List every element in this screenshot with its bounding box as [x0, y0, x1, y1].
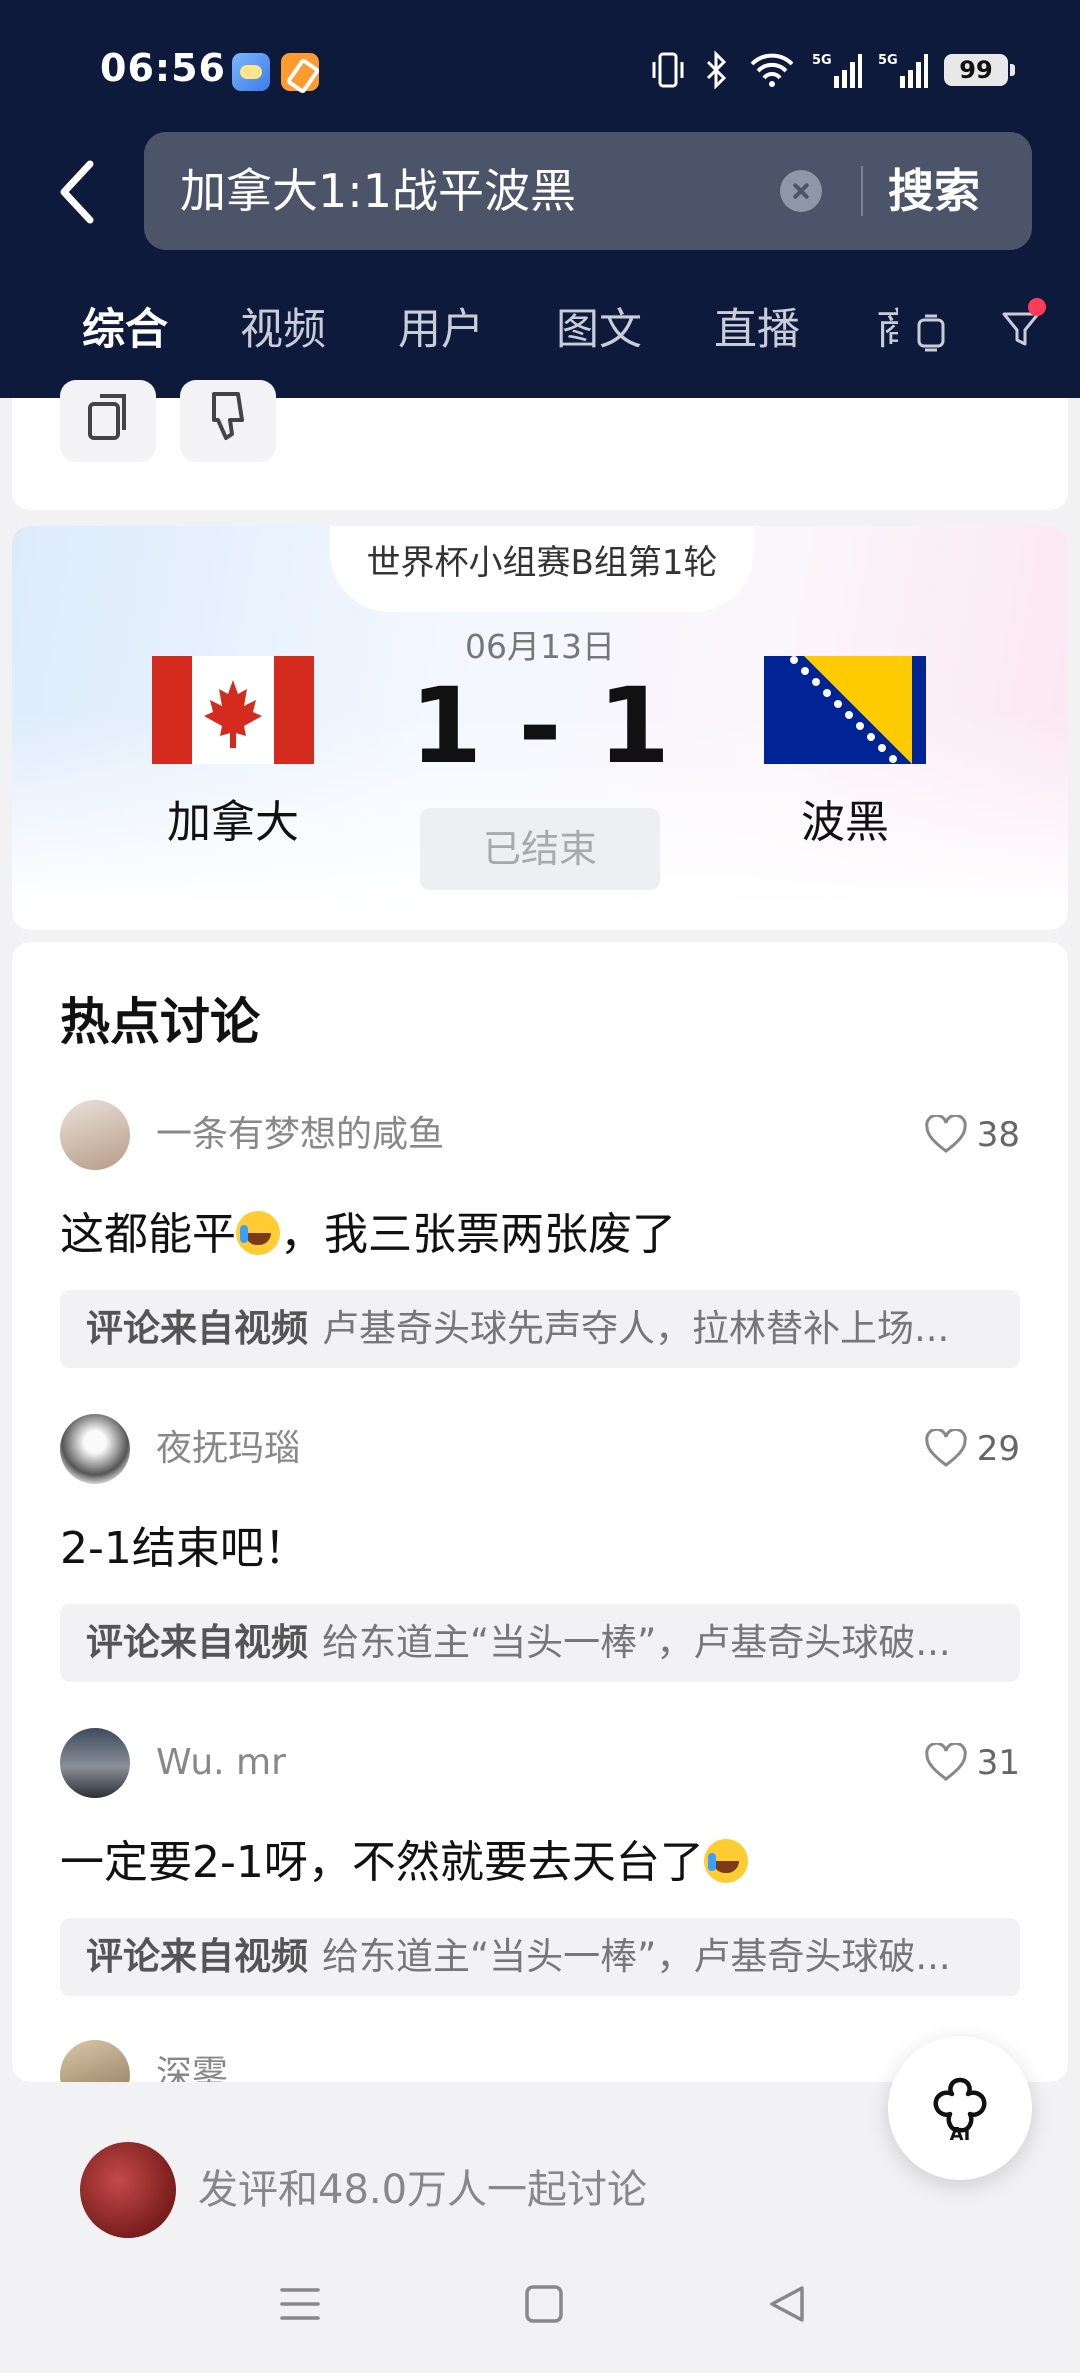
source-title: 给东道主“当头一棒”，卢基奇头球破... — [322, 1621, 951, 1664]
user-avatar — [80, 2142, 176, 2238]
tab-live[interactable]: 直播 — [714, 290, 800, 370]
comment-item-partial[interactable]: 深雾 — [60, 2040, 360, 2082]
svg-text:5G: 5G — [812, 53, 832, 68]
heart-icon — [925, 1743, 967, 1781]
source-label: 评论来自视频 — [86, 1307, 308, 1350]
signal-5g-icon-2: 5G — [878, 53, 928, 88]
match-status: 已结束 — [420, 808, 660, 890]
tab-video[interactable]: 视频 — [240, 290, 326, 370]
dislike-button[interactable] — [180, 380, 276, 462]
home-icon[interactable] — [524, 2284, 564, 2324]
comment-source[interactable]: 评论来自视频 给东道主“当头一棒”，卢基奇头球破... — [60, 1604, 1020, 1682]
bosnia-flag-icon — [764, 656, 926, 764]
source-label: 评论来自视频 — [86, 1935, 308, 1978]
comment-item[interactable]: 一条有梦想的咸鱼 38 这都能平 ，我三张票两张废了 评论来自视频 卢基奇头球先声夺… — [12, 1100, 1068, 1400]
status-time: 06:56 — [100, 46, 226, 90]
comment-username[interactable]: Wu. mr — [156, 1728, 286, 1798]
watch-icon[interactable] — [911, 312, 951, 352]
thumbs-down-icon — [212, 392, 244, 440]
comment-text: 这都能平 ，我三张票两张废了 — [60, 1209, 676, 1260]
match-card[interactable]: 世界杯小组赛B组第1轮 06月13日 1 - 1 已结束 加拿大 波黑 — [12, 526, 1068, 930]
team-home[interactable]: 加拿大 — [148, 656, 318, 850]
source-title: 给东道主“当头一棒”，卢基奇头球破... — [322, 1935, 951, 1978]
comment-composer[interactable]: 发评和48.0万人一起讨论 — [60, 2124, 1020, 2256]
status-icons: 5G 5G 99 — [650, 48, 1015, 92]
filter-button[interactable] — [998, 298, 1046, 352]
tab-shop[interactable]: 商 — [876, 290, 898, 370]
canada-flag-icon — [152, 656, 314, 764]
like-count: 31 — [976, 1743, 1020, 1783]
previous-card — [12, 398, 1068, 510]
like-count: 38 — [976, 1115, 1020, 1155]
avatar[interactable] — [60, 2040, 130, 2082]
search-button[interactable]: 搜索 — [888, 132, 980, 250]
signal-5g-icon-1: 5G — [812, 53, 862, 88]
vibrate-icon — [652, 52, 684, 88]
hot-discussion-title: 热点讨论 — [60, 993, 260, 1051]
heart-icon — [925, 1115, 967, 1153]
hot-discussion-card: 热点讨论 一条有梦想的咸鱼 38 这都能平 ，我三张票两张废了 评论来自视频 卢基奇… — [12, 942, 1068, 2082]
ai-icon: AI — [933, 2077, 987, 2144]
laugh-cry-emoji-icon — [236, 1211, 280, 1255]
header: 06:56 5G 5G 99 加拿大1:1战平波黑 搜索 综合 视频 用户 图文… — [0, 0, 1080, 398]
avatar[interactable] — [60, 1728, 130, 1798]
search-divider — [861, 166, 863, 216]
notification-app-icon — [281, 53, 319, 91]
back-arrow-icon[interactable] — [50, 152, 110, 232]
back-icon[interactable] — [768, 2284, 808, 2324]
comment-username[interactable]: 夜抚玛瑙 — [156, 1414, 300, 1484]
search-input[interactable]: 加拿大1:1战平波黑 — [180, 132, 576, 250]
like-button[interactable]: 31 — [925, 1728, 1020, 1798]
weather-app-icon — [232, 53, 270, 91]
source-title: 卢基奇头球先声夺人，拉林替补上场... — [322, 1307, 950, 1350]
search-box[interactable]: 加拿大1:1战平波黑 搜索 — [144, 132, 1032, 250]
system-navbar — [0, 2240, 1080, 2373]
like-button[interactable]: 38 — [925, 1100, 1020, 1170]
like-button[interactable]: 29 — [925, 1414, 1020, 1484]
comment-source[interactable]: 评论来自视频 给东道主“当头一棒”，卢基奇头球破... — [60, 1918, 1020, 1996]
like-count: 29 — [976, 1429, 1020, 1469]
avatar[interactable] — [60, 1100, 130, 1170]
bluetooth-icon — [706, 50, 727, 90]
ai-label: AI — [950, 2124, 971, 2144]
team-away[interactable]: 波黑 — [760, 656, 930, 850]
copy-button[interactable] — [60, 380, 156, 462]
crying-emoji-icon — [703, 1839, 748, 1883]
comment-username[interactable]: 深雾 — [156, 2040, 228, 2082]
comment-text: 2-1结束吧！ — [60, 1523, 308, 1574]
ai-assistant-button[interactable]: AI — [888, 2036, 1032, 2180]
comment-source[interactable]: 评论来自视频 卢基奇头球先声夺人，拉林替补上场... — [60, 1290, 1020, 1368]
tab-articles[interactable]: 图文 — [556, 290, 642, 370]
clear-icon[interactable] — [780, 170, 822, 212]
battery-icon: 99 — [944, 54, 1015, 86]
tab-general[interactable]: 综合 — [82, 290, 168, 370]
wifi-icon — [750, 53, 794, 87]
copy-icon — [88, 394, 126, 440]
source-label: 评论来自视频 — [86, 1621, 308, 1664]
comment-text: 一定要2-1呀，不然就要去天台了 — [60, 1826, 748, 1890]
menu-icon[interactable] — [280, 2284, 320, 2324]
heart-icon — [925, 1429, 967, 1467]
team-away-name: 波黑 — [801, 797, 889, 848]
team-home-name: 加拿大 — [167, 797, 299, 848]
svg-text:5G: 5G — [878, 53, 898, 68]
comment-item[interactable]: 夜抚玛瑙 29 2-1结束吧！ 评论来自视频 给东道主“当头一棒”，卢基奇头球破.… — [12, 1414, 1068, 1714]
match-stage: 世界杯小组赛B组第1轮 — [330, 526, 754, 612]
comment-item[interactable]: Wu. mr 31 一定要2-1呀，不然就要去天台了 评论来自视频 给东道主“当头… — [12, 1728, 1068, 2028]
composer-placeholder[interactable]: 发评和48.0万人一起讨论 — [198, 2124, 647, 2256]
status-bar: 06:56 5G 5G 99 — [0, 0, 1080, 140]
comment-username[interactable]: 一条有梦想的咸鱼 — [156, 1100, 444, 1170]
filter-badge-dot — [1028, 298, 1046, 316]
avatar[interactable] — [60, 1414, 130, 1484]
tab-users[interactable]: 用户 — [398, 290, 484, 370]
